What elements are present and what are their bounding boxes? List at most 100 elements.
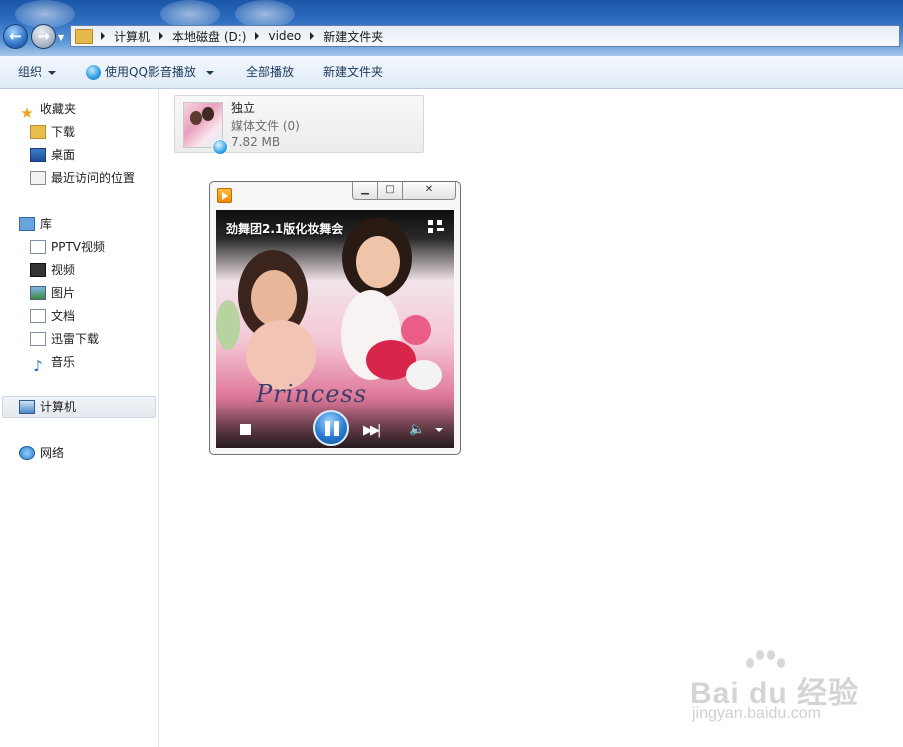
nav-computer-label: 计算机 <box>40 400 77 414</box>
nav-item-label: 迅雷下载 <box>51 332 100 346</box>
breadcrumb-video[interactable]: video <box>268 29 301 43</box>
nav-item-xunlei[interactable]: 迅雷下载 <box>30 328 99 350</box>
nav-item-label: 下载 <box>51 125 76 139</box>
forward-arrow-icon: → <box>37 27 50 45</box>
computer-icon <box>19 399 35 414</box>
nav-item-label: 文档 <box>51 309 76 323</box>
recent-places-icon <box>30 170 46 185</box>
nav-computer[interactable]: 计算机 <box>19 396 76 418</box>
glass-highlight <box>235 0 295 28</box>
library-icon <box>19 216 35 231</box>
nav-item-documents[interactable]: 文档 <box>30 305 75 327</box>
file-name: 独立 <box>231 101 256 115</box>
next-icon: ▶▶| <box>363 423 381 438</box>
video-thumbnail <box>183 102 228 155</box>
nav-item-label: 图片 <box>51 286 76 300</box>
video-overlay-text: Princess <box>256 380 368 408</box>
breadcrumb-new-folder[interactable]: 新建文件夹 <box>323 28 383 45</box>
video-title: 劲舞团2.1版化妆舞会 <box>226 222 344 236</box>
qq-player-icon <box>86 65 101 80</box>
nav-item-label: 音乐 <box>51 355 76 369</box>
stop-button[interactable] <box>240 424 251 435</box>
forward-button[interactable]: → <box>31 24 56 49</box>
thumbnail-figure <box>202 107 214 121</box>
pause-icon <box>325 421 330 436</box>
document-library-icon <box>30 308 46 323</box>
nav-libraries[interactable]: 库 <box>19 213 52 235</box>
video-area[interactable]: 劲舞团2.1版化妆舞会 Princess ▶▶| 🔈 <box>216 210 454 448</box>
qq-player-window[interactable]: ▁ □ ✕ 劲舞团2.1版化妆舞会 Princess ▶▶| 🔈 <box>209 181 461 455</box>
nav-item-pictures[interactable]: 图片 <box>30 282 75 304</box>
glass-highlight <box>160 0 220 28</box>
minimize-button[interactable]: ▁ <box>352 182 378 200</box>
nav-item-pptv[interactable]: PPTV视频 <box>30 236 105 258</box>
breadcrumb-drive-d[interactable]: 本地磁盘 (D:) <box>172 28 246 45</box>
new-folder-button[interactable]: 新建文件夹 <box>323 56 383 89</box>
video-figure <box>251 270 297 326</box>
pause-button[interactable] <box>313 410 349 446</box>
pause-icon <box>334 421 339 436</box>
chevron-down-icon <box>205 70 214 75</box>
picture-library-icon <box>30 285 46 300</box>
music-note-icon: ♪ <box>33 356 43 375</box>
file-tile[interactable]: 独立 媒体文件 (0) 7.82 MB <box>174 95 424 155</box>
flower-decoration <box>216 300 240 350</box>
breadcrumb-separator-icon[interactable] <box>310 32 315 40</box>
file-type: 媒体文件 (0) <box>231 119 300 133</box>
breadcrumb-separator-icon[interactable] <box>101 32 105 40</box>
nav-item-downloads[interactable]: 下载 <box>30 121 75 143</box>
file-size: 7.82 MB <box>231 135 281 149</box>
minimize-icon: ▁ <box>361 184 369 195</box>
nav-item-label: 视频 <box>51 263 76 277</box>
pptv-library-icon <box>30 239 46 254</box>
maximize-button[interactable]: □ <box>378 182 403 200</box>
nav-libraries-label: 库 <box>40 217 53 231</box>
video-figure <box>356 236 400 288</box>
nav-item-recent-places[interactable]: 最近访问的位置 <box>30 167 135 189</box>
breadcrumb: 计算机 本地磁盘 (D:) video 新建文件夹 <box>97 26 383 46</box>
video-library-icon <box>30 262 46 277</box>
volume-dropdown-icon[interactable] <box>435 428 443 432</box>
maximize-icon: □ <box>385 184 395 195</box>
title-bar: ← → ▼ 计算机 本地磁盘 (D:) video 新建文件夹 <box>0 0 903 56</box>
nav-favorites[interactable]: ★ 收藏夹 <box>19 98 77 122</box>
address-bar[interactable]: 计算机 本地磁盘 (D:) video 新建文件夹 <box>70 25 900 47</box>
flower-decoration <box>401 315 431 345</box>
nav-item-desktop[interactable]: 桌面 <box>30 144 75 166</box>
command-bar: 组织 使用QQ影音播放 全部播放 新建文件夹 <box>0 56 903 89</box>
play-with-qq-button[interactable]: 使用QQ影音播放 <box>86 56 214 89</box>
network-icon <box>19 445 35 460</box>
breadcrumb-computer[interactable]: 计算机 <box>114 28 150 45</box>
star-icon: ★ <box>20 103 34 122</box>
back-button[interactable]: ← <box>3 24 28 49</box>
watermark-url: jingyan.baidu.com <box>692 705 821 722</box>
volume-icon[interactable]: 🔈 <box>409 422 425 437</box>
baidu-watermark: Bai du 经验 jingyan.baidu.com <box>690 650 890 730</box>
downloads-folder-icon <box>30 124 46 139</box>
nav-favorites-label: 收藏夹 <box>40 102 77 116</box>
nav-item-videos[interactable]: 视频 <box>30 259 75 281</box>
history-dropdown-icon[interactable]: ▼ <box>58 33 66 42</box>
breadcrumb-separator-icon[interactable] <box>159 32 164 40</box>
qq-player-badge-icon <box>212 139 228 155</box>
qq-player-logo-icon <box>217 188 232 203</box>
close-button[interactable]: ✕ <box>403 182 456 200</box>
fullscreen-icon[interactable] <box>428 220 444 234</box>
nav-item-label: 最近访问的位置 <box>51 171 136 185</box>
nav-item-music[interactable]: ♪ 音乐 <box>30 351 76 375</box>
thumbnail-figure <box>190 111 202 125</box>
play-all-button[interactable]: 全部播放 <box>246 56 294 89</box>
new-folder-label: 新建文件夹 <box>323 65 384 79</box>
navigation-pane: ★ 收藏夹 下载 桌面 最近访问的位置 库 PPTV视频 视频 图片 文档 迅雷下… <box>0 89 159 747</box>
organize-label: 组织 <box>18 65 43 79</box>
next-button[interactable]: ▶▶| <box>363 423 381 438</box>
window-controls: ▁ □ ✕ <box>352 182 456 200</box>
chevron-down-icon <box>48 70 57 75</box>
play-with-label: 使用QQ影音播放 <box>105 65 196 79</box>
back-arrow-icon: ← <box>9 27 22 45</box>
folder-icon <box>75 29 93 44</box>
xunlei-download-icon <box>30 331 46 346</box>
organize-button[interactable]: 组织 <box>18 56 57 89</box>
nav-network[interactable]: 网络 <box>19 442 64 464</box>
breadcrumb-separator-icon[interactable] <box>255 32 260 40</box>
